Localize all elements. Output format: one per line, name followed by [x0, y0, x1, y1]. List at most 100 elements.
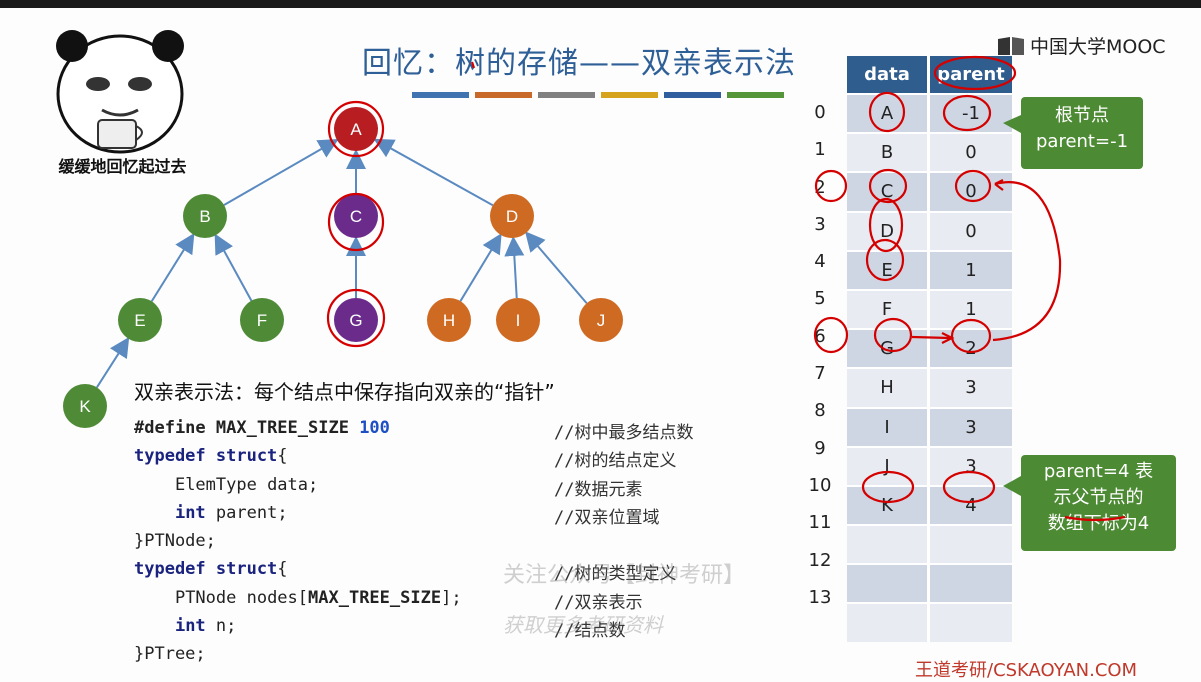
table-row: C0	[847, 171, 1012, 212]
code-text: PTNode nodes[	[174, 587, 309, 608]
tree-node-label: C	[350, 207, 362, 226]
code-keyword: typedef struct	[134, 559, 278, 580]
code-macro-name: MAX_TREE_SIZE	[215, 418, 360, 438]
code-line-6: typedef struct{//树的类型定义	[134, 559, 676, 587]
tree-edge-I-to-D	[504, 235, 525, 299]
array-index: 4	[814, 251, 826, 273]
table-row: D0	[847, 210, 1012, 251]
book-icon	[998, 36, 1024, 55]
array-index: 12	[808, 549, 832, 571]
tree-edge-D-to-A	[373, 138, 494, 207]
tree-edge-J-to-D	[525, 231, 588, 304]
callout-line: parent=4 表	[1043, 461, 1154, 482]
tree-node-label: E	[134, 311, 145, 330]
tree-edges	[96, 138, 588, 389]
callout-line: parent=-1	[1035, 131, 1129, 152]
cell-parent: 3	[928, 445, 1012, 486]
cell-parent: -1	[928, 92, 1012, 134]
table-row: H3	[847, 367, 1012, 408]
callout-line: 示父节点的	[1053, 487, 1144, 508]
cell-data	[847, 563, 930, 604]
cell-data	[847, 602, 930, 642]
array-index: 3	[814, 213, 826, 235]
mooc-logo: 中国大学MOOC	[996, 32, 1166, 59]
cell-data	[847, 524, 930, 565]
array-index: 5	[814, 288, 826, 310]
table-row: J3	[847, 445, 1012, 486]
cell-parent: 4	[928, 484, 1012, 526]
code-number: 100	[359, 418, 390, 438]
tree-edge-E-to-B	[150, 232, 195, 302]
code-text: n;	[215, 616, 237, 637]
cell-parent: 0	[928, 132, 1012, 173]
code-line-7: PTNode nodes[MAX_TREE_SIZE];//双亲表示	[134, 587, 643, 616]
code-comment: //双亲位置域	[554, 507, 660, 528]
code-comment: //树的结点定义	[554, 451, 677, 472]
array-index: 11	[808, 512, 832, 534]
mooc-logo-text: 中国大学MOOC	[1030, 36, 1166, 58]
table-row: I3	[847, 406, 1012, 447]
tree-node-label: F	[257, 311, 267, 330]
cell-parent	[928, 524, 1012, 565]
cell-data: C	[847, 171, 930, 212]
tree-edge-B-to-A	[223, 138, 339, 206]
code-line-9: }PTree;	[134, 644, 462, 672]
code-text: parent;	[215, 502, 288, 523]
tree-edge-H-to-D	[459, 233, 502, 302]
array-index: 8	[814, 400, 826, 422]
table-row	[847, 563, 1012, 604]
root-node-callout: 根节点 parent=-1	[1021, 97, 1143, 169]
table-row	[847, 602, 1012, 642]
cell-data: E	[847, 249, 930, 290]
code-comment: //数据元素	[554, 479, 643, 500]
watermark-line-1: 关注公众号【封神考研】	[503, 563, 746, 588]
table-row: B0	[847, 132, 1012, 173]
code-text: }PTree;	[134, 644, 206, 665]
code-line-1: #define MAX_TREE_SIZE 100 //树中最多结点数	[134, 418, 693, 446]
cell-parent: 0	[928, 210, 1012, 251]
callout-line: 数组下标为4	[1047, 513, 1150, 534]
code-line-4: int parent; //双亲位置域	[134, 502, 660, 531]
cell-data: F	[847, 288, 930, 330]
cell-data: B	[847, 132, 930, 173]
code-macro-name: MAX_TREE_SIZE	[308, 587, 442, 608]
table-body: A -1 B 0 C 0 D 0 E 1 F 1 G 2 H 3 I 3 J 3 K 4	[847, 92, 1012, 642]
table-header-row: data parent	[847, 56, 1012, 94]
code-text: ElemType data;	[174, 474, 319, 495]
array-index: 9	[814, 437, 826, 459]
tree-node-label: B	[199, 207, 210, 226]
code-block: #define MAX_TREE_SIZE 100 //树中最多结点数 typed…	[134, 418, 693, 673]
cell-parent: 1	[928, 249, 1012, 290]
cell-parent: 0	[928, 171, 1012, 212]
code-comment: //树中最多结点数	[554, 423, 694, 443]
cell-parent: 2	[928, 328, 1012, 369]
cell-data: D	[847, 210, 930, 251]
cell-data: K	[847, 484, 930, 526]
code-text: }PTNode;	[134, 531, 216, 552]
code-keyword: typedef struct	[134, 446, 278, 467]
table-row: K4	[847, 484, 1012, 526]
table-row	[847, 524, 1012, 565]
header-parent: parent	[928, 56, 1012, 94]
tree-node-label: G	[349, 311, 362, 330]
tree-node-label: H	[443, 311, 455, 330]
cell-parent: 3	[928, 367, 1012, 408]
table-row: F1	[847, 288, 1012, 330]
tree-node-label: I	[516, 311, 521, 330]
cell-data: J	[847, 445, 930, 486]
tree-edge-F-to-B	[214, 233, 253, 302]
cell-data: A	[847, 92, 930, 134]
array-index-column: 0 1 2 3 4 5 6 7 8 9 10 11 12 13	[800, 94, 840, 616]
description-text: 双亲表示法：每个结点中保存指向双亲的“指针”	[134, 380, 555, 404]
array-index: 0	[814, 102, 826, 123]
array-index: 2	[814, 176, 826, 198]
code-line-2: typedef struct{//树的结点定义	[134, 446, 676, 474]
cell-parent: 1	[928, 288, 1012, 330]
tree-diagram: A B C D E F G H I J K	[63, 107, 623, 428]
code-text: ];	[441, 587, 462, 608]
cell-data: I	[847, 406, 930, 447]
